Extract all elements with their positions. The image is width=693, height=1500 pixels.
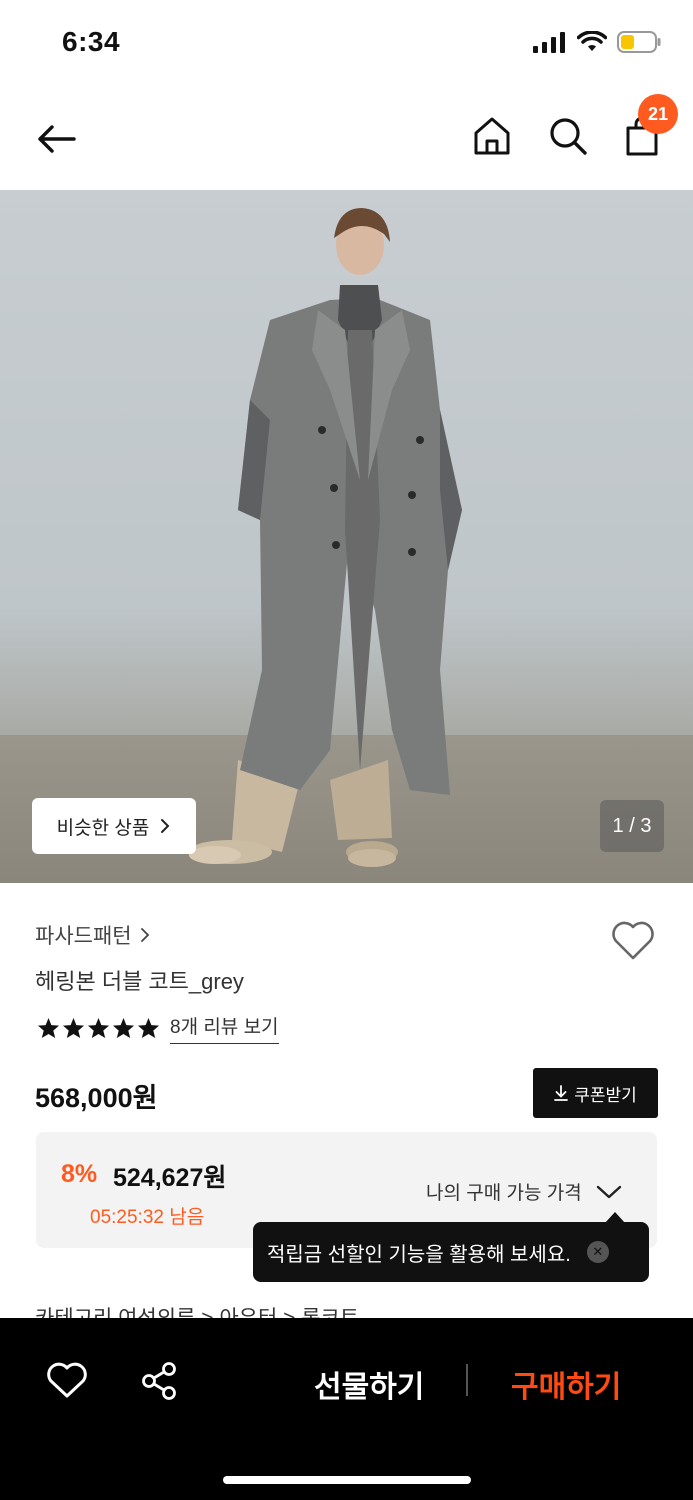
coupon-button[interactable]: 쿠폰받기 xyxy=(533,1068,658,1118)
countdown-timer: 05:25:32 남음 xyxy=(90,1207,205,1228)
share-icon[interactable] xyxy=(138,1360,180,1400)
top-nav xyxy=(0,88,693,190)
battery-icon xyxy=(617,31,661,53)
points-tooltip: 적립금 선할인 기능을 활용해 보세요. ✕ xyxy=(253,1222,649,1282)
my-price-label: 나의 구매 가능 가격 xyxy=(426,1183,582,1204)
star-icon xyxy=(112,1017,135,1039)
download-icon xyxy=(554,1085,569,1101)
chevron-down-icon xyxy=(596,1185,621,1198)
my-price-toggle[interactable]: 나의 구매 가능 가격 xyxy=(426,1178,622,1205)
chevron-right-icon xyxy=(140,928,149,942)
star-icon xyxy=(137,1017,160,1039)
brand-link[interactable]: 파사드패턴 xyxy=(35,920,150,950)
wifi-icon xyxy=(577,31,607,51)
buy-button[interactable]: 구매하기 xyxy=(511,1362,621,1406)
review-link[interactable]: 8개 리뷰 보기 xyxy=(170,1012,279,1044)
status-bar: 6:34 xyxy=(0,0,693,88)
signal-icon xyxy=(533,32,565,53)
original-price: 568,000원 xyxy=(35,1083,158,1113)
model-photo xyxy=(188,208,462,867)
similar-products-label: 비슷한 상품 xyxy=(56,817,150,839)
chevron-right-icon xyxy=(161,819,170,833)
home-icon[interactable] xyxy=(470,114,514,158)
status-time: 6:34 xyxy=(62,26,121,57)
home-indicator xyxy=(223,1476,471,1484)
star-rating xyxy=(37,1017,160,1039)
discount-price: 524,627원 xyxy=(113,1164,227,1192)
status-icons xyxy=(533,30,661,54)
star-icon xyxy=(37,1017,60,1039)
star-icon xyxy=(87,1017,110,1039)
heart-icon[interactable] xyxy=(46,1360,88,1400)
back-arrow-icon[interactable] xyxy=(34,116,80,162)
heart-icon[interactable] xyxy=(610,918,656,962)
tooltip-text: 적립금 선할인 기능을 활용해 보세요. xyxy=(267,1243,571,1266)
similar-products-button[interactable]: 비슷한 상품 xyxy=(32,798,196,854)
cart-count-badge: 21 xyxy=(638,94,678,134)
gift-button[interactable]: 선물하기 xyxy=(314,1362,424,1406)
star-icon xyxy=(62,1017,85,1039)
divider xyxy=(466,1364,468,1396)
discount-rate: 8% xyxy=(61,1160,98,1188)
close-icon[interactable]: ✕ xyxy=(586,1241,609,1263)
image-page-indicator: 1 / 3 xyxy=(600,800,664,852)
coupon-label: 쿠폰받기 xyxy=(574,1085,637,1105)
product-title: 헤링본 더블 코트_grey xyxy=(35,969,244,994)
rating-row: 8개 리뷰 보기 xyxy=(37,1012,279,1044)
product-image-carousel[interactable]: 비슷한 상품 1 / 3 xyxy=(0,190,693,883)
bottom-action-bar: 선물하기 구매하기 xyxy=(0,1318,693,1500)
brand-name: 파사드패턴 xyxy=(35,925,132,948)
search-icon[interactable] xyxy=(546,114,590,158)
